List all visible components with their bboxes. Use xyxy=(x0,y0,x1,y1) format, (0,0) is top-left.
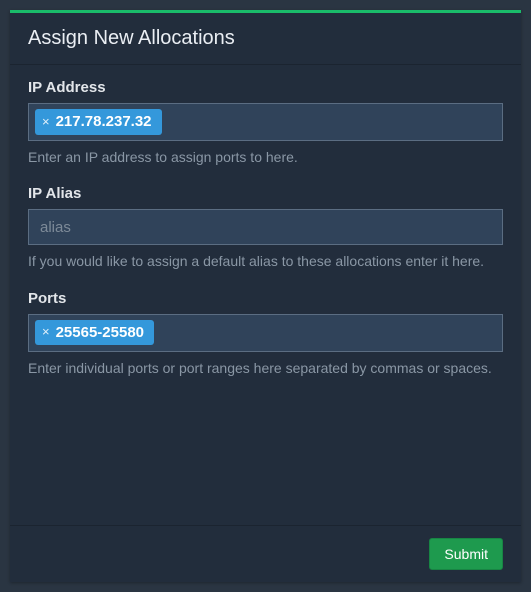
ports-tag[interactable]: × 25565-25580 xyxy=(35,320,154,346)
ip-alias-group: IP Alias If you would like to assign a d… xyxy=(28,185,503,271)
ports-input[interactable]: × 25565-25580 xyxy=(28,314,503,352)
ip-address-tag-text: 217.78.237.32 xyxy=(56,112,152,132)
ip-address-tag[interactable]: × 217.78.237.32 xyxy=(35,109,162,135)
panel-footer: Submit xyxy=(10,525,521,582)
submit-button[interactable]: Submit xyxy=(429,538,503,570)
ports-label: Ports xyxy=(28,290,503,307)
ports-tag-text: 25565-25580 xyxy=(56,323,144,343)
close-icon[interactable]: × xyxy=(42,114,50,131)
close-icon[interactable]: × xyxy=(42,324,50,341)
ip-address-input[interactable]: × 217.78.237.32 xyxy=(28,103,503,141)
ip-alias-label: IP Alias xyxy=(28,185,503,202)
panel-body: IP Address × 217.78.237.32 Enter an IP a… xyxy=(10,65,521,525)
ip-address-help: Enter an IP address to assign ports to h… xyxy=(28,147,503,167)
ip-address-group: IP Address × 217.78.237.32 Enter an IP a… xyxy=(28,79,503,167)
ip-alias-input[interactable] xyxy=(28,209,503,245)
ip-alias-help: If you would like to assign a default al… xyxy=(28,251,503,271)
panel-title: Assign New Allocations xyxy=(10,13,521,65)
ports-help: Enter individual ports or port ranges he… xyxy=(28,358,503,378)
assign-allocations-panel: Assign New Allocations IP Address × 217.… xyxy=(10,10,521,582)
ports-group: Ports × 25565-25580 Enter individual por… xyxy=(28,290,503,378)
ip-address-label: IP Address xyxy=(28,79,503,96)
